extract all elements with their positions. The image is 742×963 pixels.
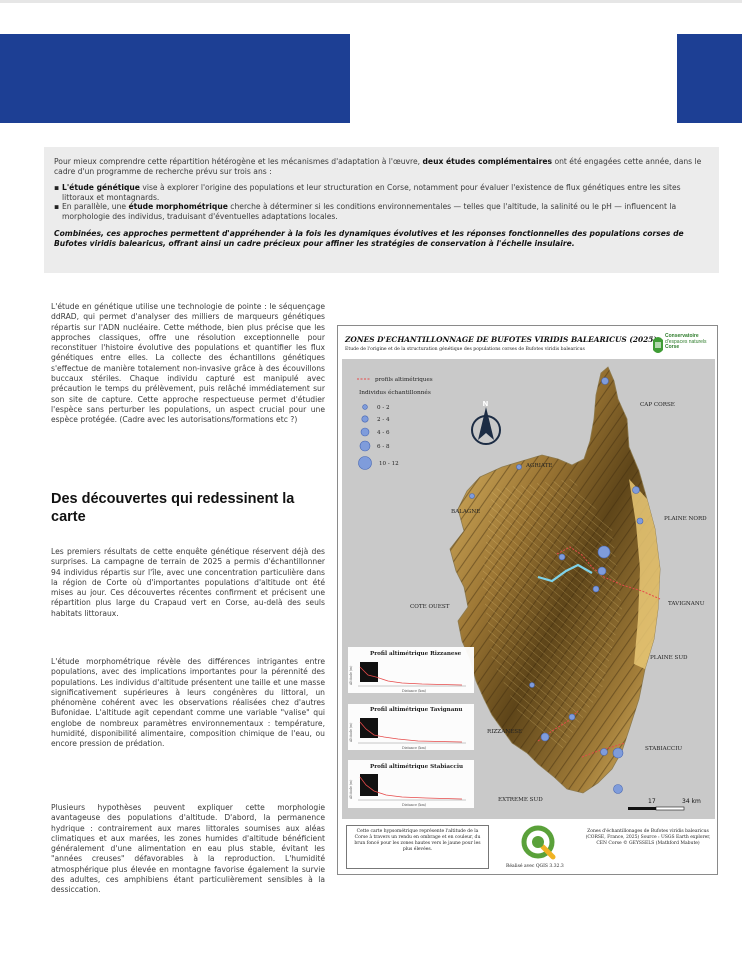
- profile-inset-tavignanu: Profil altimétrique Tavignanu Distance (…: [348, 704, 474, 750]
- legend-class-label: 10 - 12: [379, 461, 399, 467]
- section-heading: Des découvertes qui redessinent la carte: [51, 491, 295, 525]
- callout-intro-bold: deux études complémentaires: [422, 157, 553, 166]
- paragraph-first-results: Les premiers résultats de cette enquête …: [51, 547, 325, 618]
- legend-class-label: 2 - 4: [377, 417, 390, 423]
- profile-inset-stabiacciu: Profil altimétrique Stabiacciu Distance …: [348, 760, 474, 808]
- region-label: AGRIATE: [525, 463, 552, 469]
- region-label: RIZZANESE: [487, 729, 522, 735]
- callout-bullet-genetic: L'étude génétique vise à explorer l'orig…: [54, 183, 711, 202]
- sample-point: [529, 682, 535, 688]
- qgis-caption: Réalisé avec QGIS 3.32.3: [506, 864, 564, 869]
- study-callout-box: Pour mieux comprendre cette répartition …: [44, 147, 719, 273]
- region-label: CAP CORSE: [640, 402, 675, 408]
- profile-y-label: Altitude (m): [349, 723, 353, 743]
- callout-closing: Combinées, ces approches permettent d'ap…: [54, 229, 684, 248]
- sampling-map-figure: ZONES D'ECHANTILLONNAGE DE BUFOTES VIRID…: [337, 325, 718, 875]
- region-label: COTE OUEST: [410, 604, 450, 610]
- profile-x-label: Distance (km): [402, 746, 427, 750]
- header-band-left: [0, 34, 350, 123]
- profile-y-label: Altitude (m): [349, 780, 353, 800]
- profile-x-label: Distance (km): [402, 803, 427, 807]
- profile-inset-rizzanese: Profil altimétrique Rizzanese Distance (…: [348, 647, 474, 693]
- sample-point: [540, 732, 550, 742]
- north-label: N: [483, 400, 489, 408]
- sample-point: [601, 377, 609, 385]
- sample-point: [613, 784, 623, 794]
- region-label: STABIACCIU: [645, 746, 682, 752]
- scale-label: 17: [648, 798, 656, 805]
- sample-point: [636, 517, 644, 525]
- legend-circle: [359, 440, 371, 452]
- callout-bullet-list: L'étude génétique vise à explorer l'orig…: [54, 183, 711, 221]
- region-label: EXTREME SUD: [498, 797, 543, 803]
- region-label: BALAGNE: [451, 509, 480, 515]
- legend-circle: [360, 427, 370, 437]
- sample-point: [597, 566, 607, 576]
- callout-intro: Pour mieux comprendre cette répartition …: [54, 157, 702, 176]
- paragraph-morphometry: L'étude morphométrique révèle des différ…: [51, 657, 325, 749]
- callout-bullet-morphometric: En parallèle, une étude morphométrique c…: [54, 202, 711, 221]
- map-subtitle: Etude de l'origine et de la structuratio…: [345, 347, 585, 352]
- legend-class-label: 0 - 2: [377, 405, 390, 411]
- legend-circle: [362, 404, 368, 410]
- profile-title: Profil altimétrique Tavignanu: [370, 706, 462, 713]
- corsica-map-svg: CAP CORSE AGRIATE BALAGNE PLAINE NORD CO…: [342, 359, 715, 819]
- legend-circle: [358, 456, 372, 470]
- map-credit: Zones d'échantillonages de Bufotes virid…: [585, 829, 711, 846]
- legend-class-label: 4 - 6: [377, 430, 390, 436]
- paragraph-hypotheses: Plusieurs hypothèses peuvent expliquer c…: [51, 803, 325, 895]
- map-area: CAP CORSE AGRIATE BALAGNE PLAINE NORD CO…: [342, 359, 715, 819]
- profile-y-label: Altitude (m): [349, 666, 353, 686]
- legend-class-label: 6 - 8: [377, 444, 390, 450]
- legend-circle: [361, 415, 369, 423]
- paragraph-genetics-method: L'étude en génétique utilise une technol…: [51, 302, 325, 425]
- legend-title: Individus échantillonnés: [359, 389, 431, 396]
- sample-point: [516, 464, 522, 470]
- map-title: ZONES D'ECHANTILLONNAGE DE BUFOTES VIRID…: [345, 335, 657, 344]
- sample-point: [592, 585, 600, 593]
- profile-title: Profil altimétrique Stabiacciu: [370, 763, 463, 770]
- region-label: PLAINE NORD: [664, 516, 707, 522]
- map-description-box: Cette carte hypsométrique représente l'a…: [346, 825, 489, 869]
- sample-point: [597, 545, 611, 559]
- sample-point: [568, 713, 576, 721]
- scale-label: 34 km: [682, 798, 701, 805]
- sample-point: [632, 486, 640, 494]
- region-label: PLAINE SUD: [650, 655, 688, 661]
- qgis-logo: [521, 825, 556, 860]
- sample-point: [612, 747, 624, 759]
- profile-x-label: Distance (km): [402, 689, 427, 693]
- top-rule: [0, 0, 742, 3]
- profile-title: Profil altimétrique Rizzanese: [370, 650, 462, 657]
- sample-point: [558, 553, 566, 561]
- header-band-right: [677, 34, 742, 123]
- region-label: TAVIGNANU: [668, 601, 705, 607]
- sample-point: [600, 748, 608, 756]
- legend-profile-label: profils altimétriques: [375, 376, 433, 383]
- sample-point: [469, 493, 475, 499]
- cen-logo-text: Conservatoire d'espaces naturels Corse: [665, 333, 707, 351]
